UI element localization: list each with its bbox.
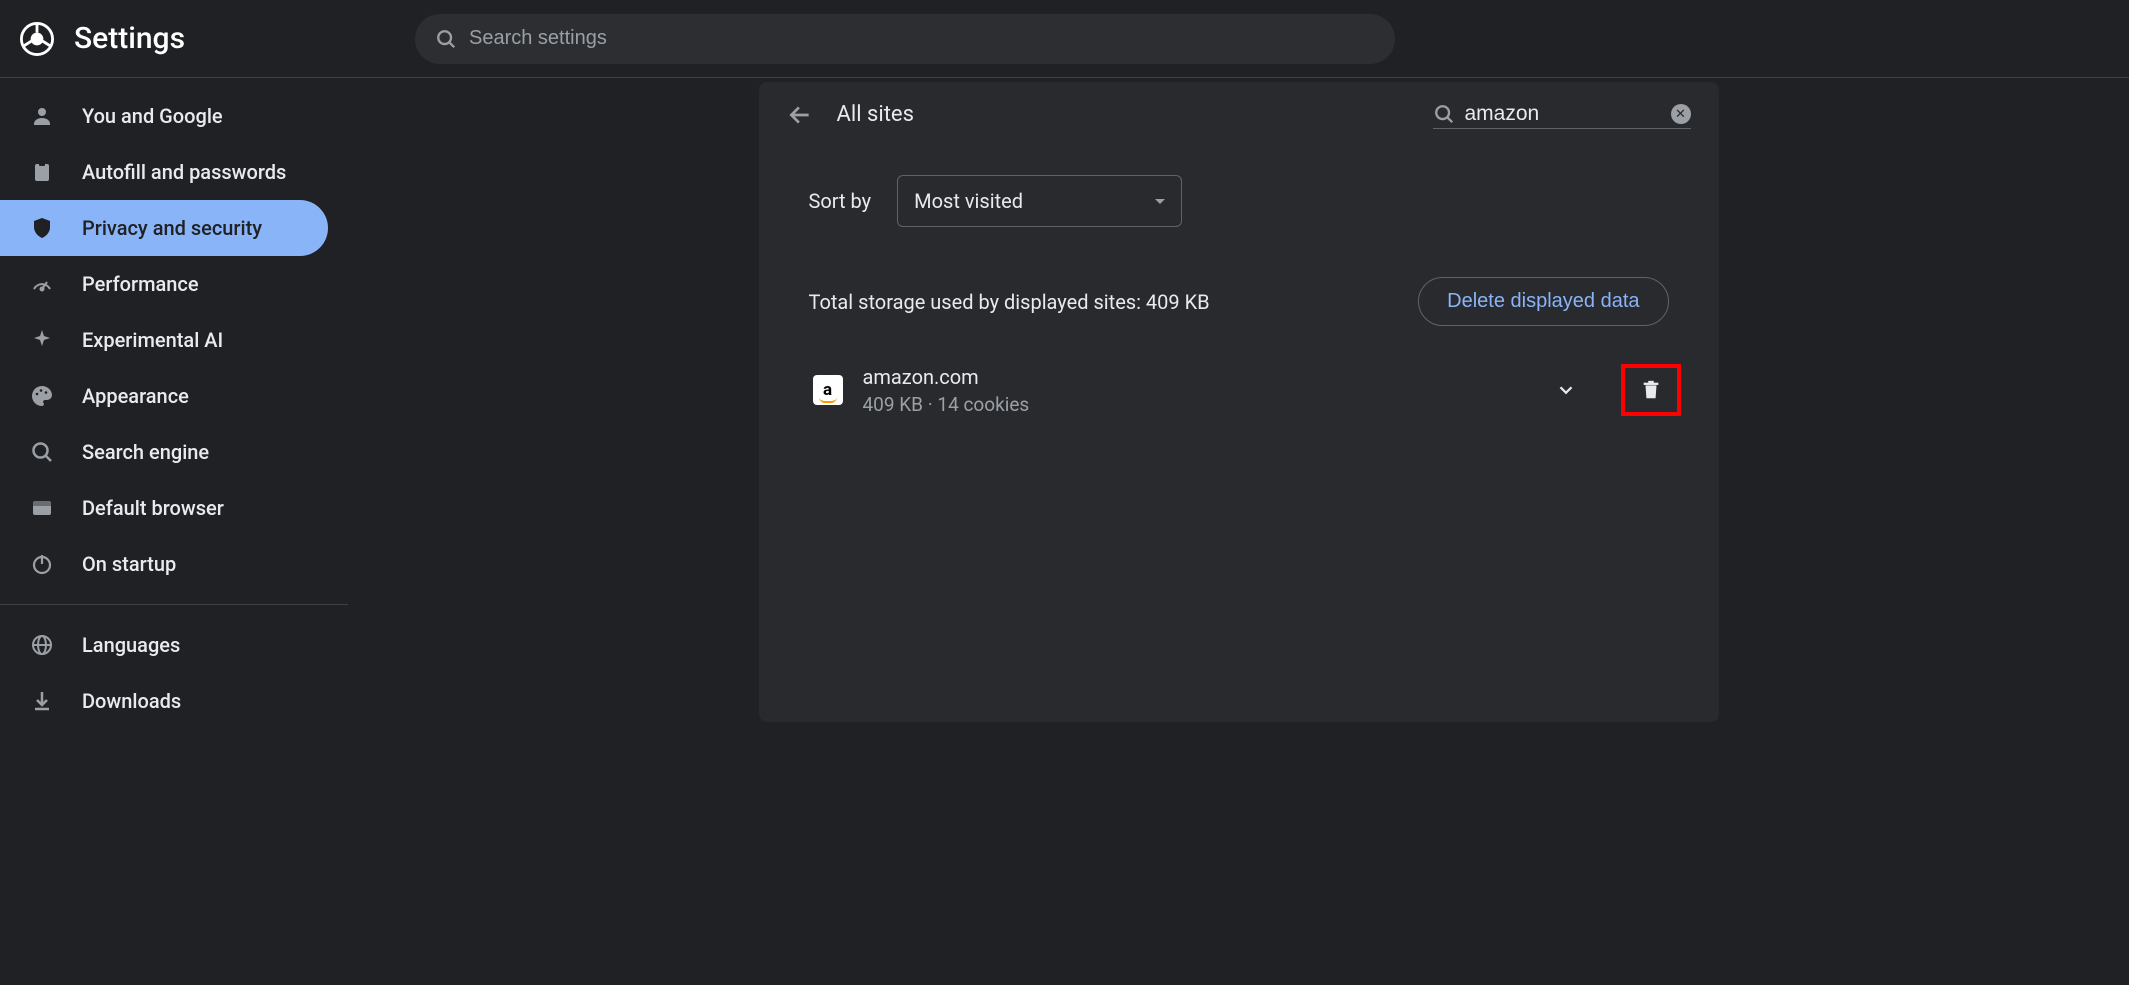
storage-row: Total storage used by displayed sites: 4… bbox=[759, 227, 1719, 346]
sidebar-item-label: Privacy and security bbox=[82, 216, 262, 240]
sidebar-item-label: Experimental AI bbox=[82, 328, 223, 352]
site-meta: 409 KB · 14 cookies bbox=[863, 393, 1525, 416]
sidebar-item-label: Downloads bbox=[82, 689, 181, 713]
sidebar-item-search-engine[interactable]: Search engine bbox=[0, 424, 328, 480]
sort-dropdown[interactable]: Most visited bbox=[897, 175, 1182, 227]
site-name: amazon.com bbox=[863, 365, 1525, 389]
sidebar-item-label: Default browser bbox=[82, 496, 224, 520]
global-search-input[interactable] bbox=[469, 27, 1375, 50]
globe-icon bbox=[30, 633, 54, 657]
sidebar-item-privacy[interactable]: Privacy and security bbox=[0, 200, 328, 256]
clipboard-icon bbox=[30, 160, 54, 184]
delete-displayed-data-button[interactable]: Delete displayed data bbox=[1418, 277, 1668, 326]
card-header-left: All sites bbox=[787, 102, 914, 128]
download-icon bbox=[30, 689, 54, 713]
chrome-logo-icon bbox=[20, 22, 54, 56]
sidebar-divider bbox=[0, 604, 348, 605]
app-title: Settings bbox=[74, 21, 185, 56]
header-left: Settings bbox=[20, 21, 415, 56]
sidebar-item-you-and-google[interactable]: You and Google bbox=[0, 88, 328, 144]
search-icon bbox=[30, 440, 54, 464]
sidebar-item-label: Appearance bbox=[82, 384, 189, 408]
sort-label: Sort by bbox=[809, 189, 872, 213]
sidebar-item-label: Autofill and passwords bbox=[82, 160, 286, 184]
chevron-down-icon bbox=[1155, 199, 1165, 204]
sidebar-item-autofill[interactable]: Autofill and passwords bbox=[0, 144, 328, 200]
sidebar-item-performance[interactable]: Performance bbox=[0, 256, 328, 312]
search-icon bbox=[1433, 103, 1455, 125]
global-search[interactable] bbox=[415, 14, 1395, 64]
browser-icon bbox=[30, 496, 54, 520]
sidebar-item-languages[interactable]: Languages bbox=[0, 617, 328, 673]
main-content: All sites ✕ Sort by Most visited Total s… bbox=[348, 78, 2129, 985]
sidebar[interactable]: You and Google Autofill and passwords Pr… bbox=[0, 78, 348, 985]
storage-text: Total storage used by displayed sites: 4… bbox=[809, 290, 1210, 314]
palette-icon bbox=[30, 384, 54, 408]
page-title: All sites bbox=[837, 102, 914, 127]
person-icon bbox=[30, 104, 54, 128]
expand-site-button[interactable] bbox=[1545, 369, 1587, 411]
sidebar-item-label: Search engine bbox=[82, 440, 209, 464]
chevron-down-icon bbox=[1555, 379, 1577, 401]
clear-search-icon[interactable]: ✕ bbox=[1671, 104, 1691, 124]
trash-icon bbox=[1640, 379, 1662, 401]
sidebar-item-label: You and Google bbox=[82, 104, 223, 128]
site-favicon-icon: a bbox=[813, 375, 843, 405]
sidebar-item-label: Performance bbox=[82, 272, 199, 296]
sidebar-item-on-startup[interactable]: On startup bbox=[0, 536, 328, 592]
sparkle-icon bbox=[30, 328, 54, 352]
site-search[interactable]: ✕ bbox=[1433, 100, 1691, 129]
site-search-input[interactable] bbox=[1465, 102, 1661, 126]
sidebar-item-label: Languages bbox=[82, 633, 180, 657]
delete-site-highlight bbox=[1621, 364, 1681, 416]
sidebar-item-label: On startup bbox=[82, 552, 176, 576]
site-info: amazon.com 409 KB · 14 cookies bbox=[863, 365, 1525, 416]
shield-icon bbox=[30, 216, 54, 240]
sidebar-item-downloads[interactable]: Downloads bbox=[0, 673, 328, 729]
sidebar-item-experimental-ai[interactable]: Experimental AI bbox=[0, 312, 328, 368]
speedometer-icon bbox=[30, 272, 54, 296]
sidebar-item-appearance[interactable]: Appearance bbox=[0, 368, 328, 424]
back-arrow-icon[interactable] bbox=[787, 102, 813, 128]
card-header: All sites ✕ bbox=[759, 82, 1719, 147]
delete-site-button[interactable] bbox=[1635, 374, 1667, 406]
sidebar-item-default-browser[interactable]: Default browser bbox=[0, 480, 328, 536]
sort-value: Most visited bbox=[914, 189, 1023, 213]
settings-card: All sites ✕ Sort by Most visited Total s… bbox=[759, 82, 1719, 722]
app-header: Settings bbox=[0, 0, 2129, 78]
site-row[interactable]: a amazon.com 409 KB · 14 cookies bbox=[759, 346, 1719, 434]
search-icon bbox=[435, 28, 457, 50]
power-icon bbox=[30, 552, 54, 576]
sort-row: Sort by Most visited bbox=[759, 147, 1719, 227]
